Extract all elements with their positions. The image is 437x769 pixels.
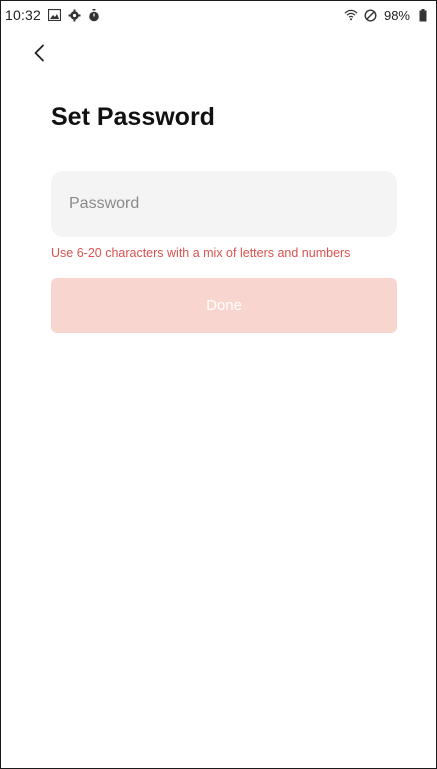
wifi-icon	[344, 8, 358, 22]
password-hint: Use 6-20 characters with a mix of letter…	[51, 246, 351, 260]
status-bar: 10:32 98%	[1, 1, 436, 29]
page-title: Set Password	[51, 103, 215, 131]
done-button[interactable]: Done	[51, 278, 397, 333]
battery-icon	[416, 8, 430, 22]
timer-icon	[87, 8, 101, 22]
settings-gear-icon	[67, 8, 81, 22]
battery-percentage: 98%	[383, 7, 410, 23]
status-bar-left: 10:32	[5, 7, 101, 23]
status-bar-right: 98%	[344, 8, 430, 23]
back-button[interactable]	[27, 41, 51, 69]
chevron-left-icon	[33, 44, 45, 67]
do-not-disturb-icon	[364, 8, 378, 22]
status-time: 10:32	[5, 7, 42, 23]
password-field[interactable]	[51, 171, 397, 237]
gallery-icon	[47, 8, 61, 22]
app-screen: 10:32 98% Set Password Use 6-20 characte…	[0, 0, 437, 769]
password-input[interactable]	[67, 194, 381, 214]
